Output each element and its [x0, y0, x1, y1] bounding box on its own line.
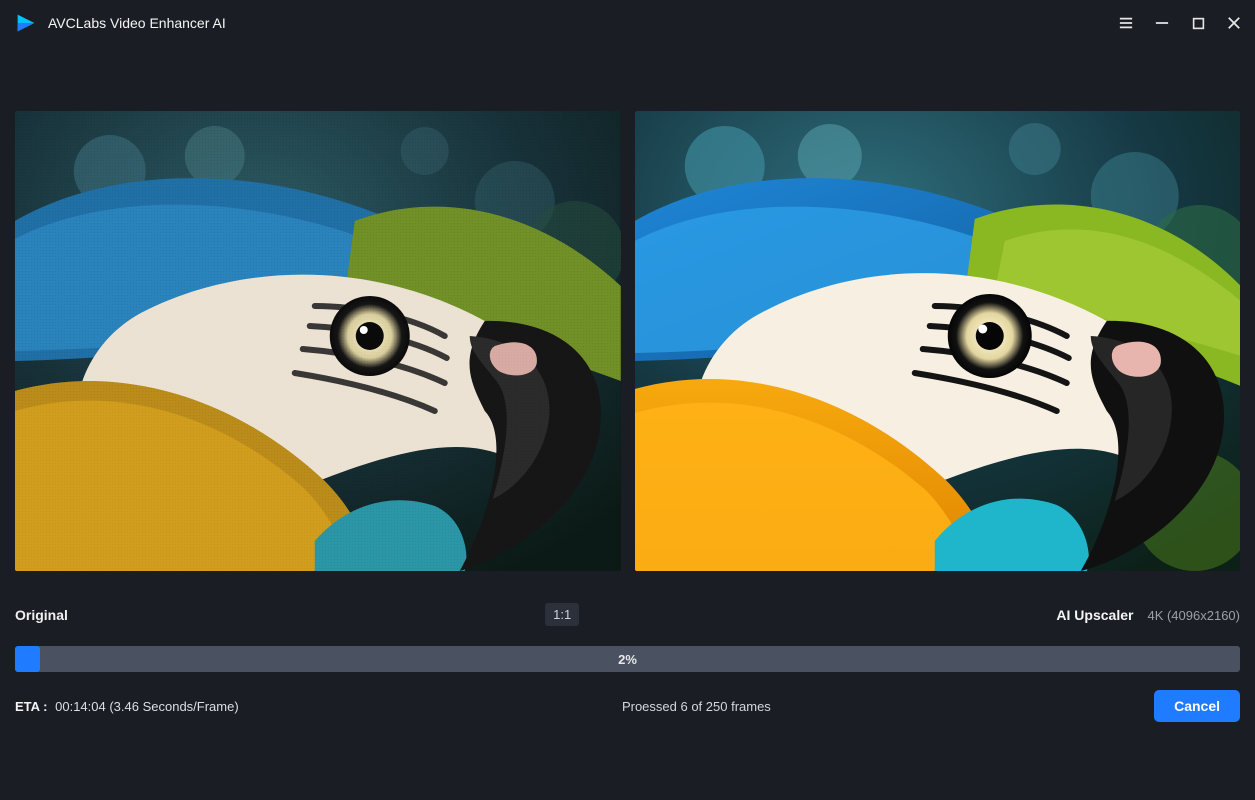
app-logo-icon — [16, 13, 36, 33]
app-root: AVCLabs Video Enhancer AI — [0, 0, 1255, 800]
enhance-resolution: 4K (4096x2160) — [1147, 608, 1240, 623]
cancel-button[interactable]: Cancel — [1154, 690, 1240, 722]
window-controls — [1119, 16, 1241, 30]
progress-row: 2% — [0, 626, 1255, 672]
labels-row: Original 1:1 AI Upscaler 4K (4096x2160) — [0, 585, 1255, 626]
enhanced-preview — [635, 111, 1241, 571]
eta-label: ETA : — [15, 699, 48, 714]
zoom-ratio-badge[interactable]: 1:1 — [545, 603, 579, 626]
eta-value: 00:14:04 (3.46 Seconds/Frame) — [55, 699, 239, 714]
titlebar: AVCLabs Video Enhancer AI — [0, 0, 1255, 46]
enhance-mode: AI Upscaler — [1056, 607, 1133, 623]
titlebar-left: AVCLabs Video Enhancer AI — [16, 13, 226, 33]
app-title: AVCLabs Video Enhancer AI — [48, 15, 226, 31]
original-label: Original — [15, 607, 68, 623]
menu-icon[interactable] — [1119, 16, 1133, 30]
comparison-panels — [15, 111, 1240, 571]
progress-percent: 2% — [15, 646, 1240, 672]
enhanced-label: AI Upscaler 4K (4096x2160) — [1056, 607, 1240, 623]
progress-bar: 2% — [15, 646, 1240, 672]
original-preview — [15, 111, 621, 571]
comparison-area — [0, 46, 1255, 585]
status-row: ETA : 00:14:04 (3.46 Seconds/Frame) Proe… — [0, 672, 1255, 722]
maximize-icon[interactable] — [1191, 16, 1205, 30]
eta-text: ETA : 00:14:04 (3.46 Seconds/Frame) — [15, 699, 239, 714]
close-icon[interactable] — [1227, 16, 1241, 30]
minimize-icon[interactable] — [1155, 16, 1169, 30]
processed-text: Proessed 6 of 250 frames — [622, 699, 771, 714]
